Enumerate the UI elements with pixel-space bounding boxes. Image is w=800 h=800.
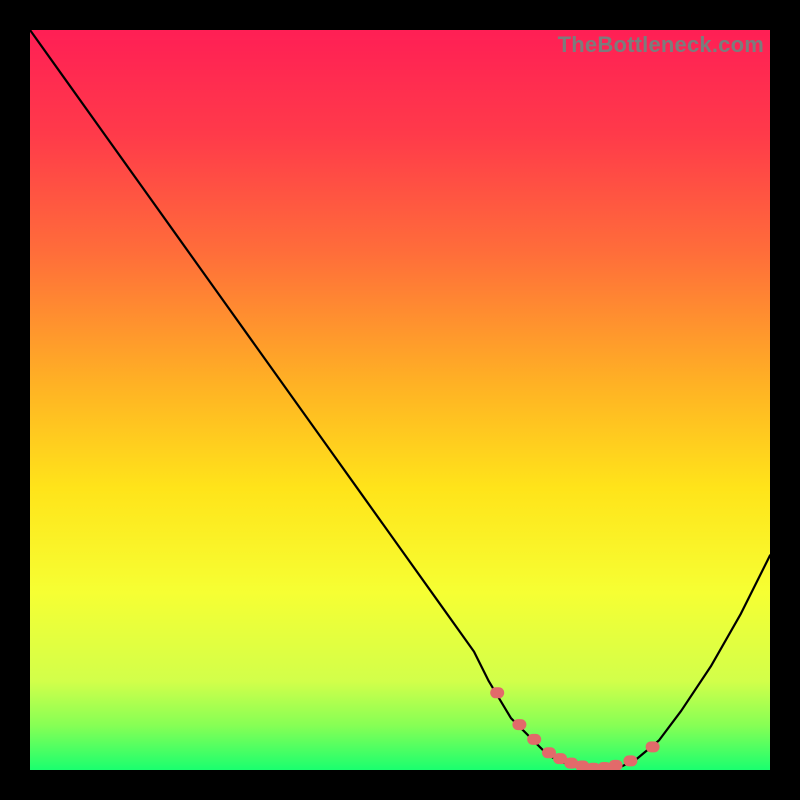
bottleneck-curve (30, 30, 770, 770)
low-bottleneck-dots (490, 687, 659, 770)
marker-dot (527, 734, 541, 745)
marker-dot (646, 741, 660, 752)
watermark-text: TheBottleneck.com (558, 32, 764, 58)
plot-area: TheBottleneck.com (30, 30, 770, 770)
curve-layer (30, 30, 770, 770)
marker-dot (609, 760, 623, 770)
marker-dot (490, 687, 504, 698)
chart-frame: TheBottleneck.com (0, 0, 800, 800)
marker-dot (623, 755, 637, 766)
marker-dot (512, 719, 526, 730)
